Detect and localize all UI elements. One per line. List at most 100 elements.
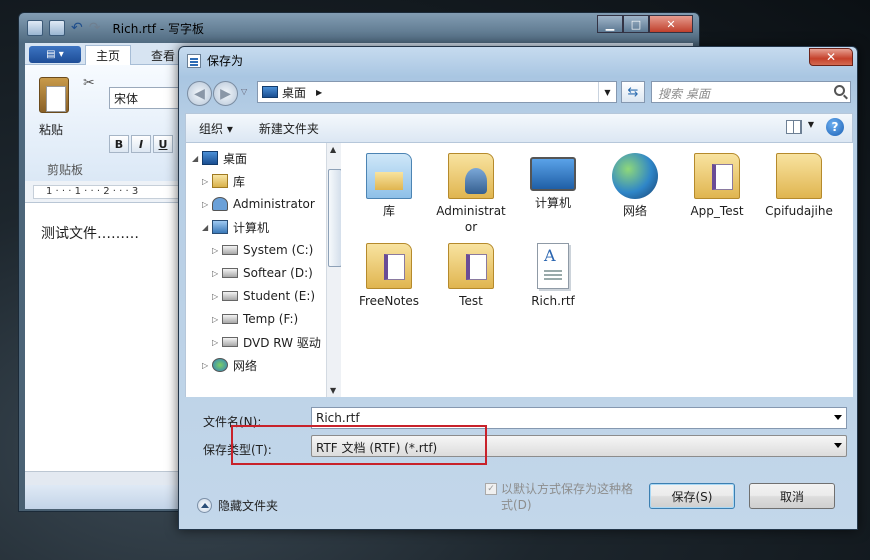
maximize-button[interactable]: □ bbox=[623, 15, 649, 33]
app-menu-button[interactable]: ▤ ▾ bbox=[29, 46, 81, 63]
file-item-label: App_Test bbox=[690, 204, 744, 218]
tree-item[interactable]: ▷ System (C:) bbox=[186, 239, 326, 261]
default-format-checkbox[interactable]: ✓ bbox=[485, 483, 497, 495]
save-as-dialog: 保存为 ✕ ◀ ▶ ▽ 桌面 ▶ ▼ ⇆ 搜索 桌面 组织 ▾ 新建文件夹 ▼ … bbox=[178, 46, 858, 530]
filetype-dropdown-icon[interactable] bbox=[834, 443, 842, 448]
quick-save-icon[interactable] bbox=[49, 20, 65, 36]
file-item[interactable]: 库 bbox=[349, 153, 429, 219]
bold-button[interactable]: B bbox=[109, 135, 129, 153]
vs-folder-icon bbox=[694, 153, 740, 199]
tree-item[interactable]: ▷ 网络 bbox=[186, 354, 326, 376]
breadcrumb-chevron-icon[interactable]: ▶ bbox=[316, 88, 322, 97]
scroll-up-icon[interactable]: ▲ bbox=[330, 145, 336, 154]
recent-locations-dropdown[interactable]: ▽ bbox=[241, 87, 247, 96]
cut-icon[interactable]: ✂ bbox=[83, 75, 95, 91]
dialog-app-icon bbox=[187, 53, 201, 68]
desktop-icon bbox=[262, 86, 278, 98]
expand-arrow-icon[interactable]: ▷ bbox=[212, 292, 222, 301]
italic-button[interactable]: I bbox=[131, 135, 151, 153]
user-icon bbox=[212, 197, 228, 211]
underline-button[interactable]: U bbox=[153, 135, 173, 153]
address-location[interactable]: 桌面 bbox=[282, 84, 306, 101]
tree-item-label: Administrator bbox=[233, 197, 315, 211]
file-item-label: Rich.rtf bbox=[531, 294, 575, 308]
expand-arrow-icon[interactable]: ▷ bbox=[202, 177, 212, 186]
cancel-button[interactable]: 取消 bbox=[749, 483, 835, 509]
undo-icon[interactable]: ↶ bbox=[71, 20, 83, 36]
file-item[interactable]: Test bbox=[431, 243, 511, 309]
library-icon bbox=[212, 174, 228, 188]
filename-value: Rich.rtf bbox=[316, 411, 360, 425]
save-button[interactable]: 保存(S) bbox=[649, 483, 735, 509]
help-icon[interactable]: ? bbox=[826, 118, 844, 136]
navigation-tree: ◢ 桌面 ▷ 库 ▷ Administrator ◢ 计算机 ▷ System (C:) ▷ Soft… bbox=[185, 143, 343, 397]
expand-arrow-icon[interactable]: ▷ bbox=[212, 338, 222, 347]
tree-item[interactable]: ▷ Temp (F:) bbox=[186, 308, 326, 330]
rtf-file-icon bbox=[537, 243, 569, 289]
file-item[interactable]: App_Test bbox=[677, 153, 757, 219]
file-item-label: Administrator bbox=[436, 204, 506, 234]
back-button[interactable]: ◀ bbox=[187, 81, 212, 106]
expand-arrow-icon[interactable]: ▷ bbox=[212, 246, 222, 255]
tree-item[interactable]: ▷ 库 bbox=[186, 170, 326, 192]
tree-item-label: DVD RW 驱动 bbox=[243, 335, 321, 350]
refresh-button[interactable]: ⇆ bbox=[621, 81, 645, 103]
wordpad-window-controls: ▁ □ ✕ bbox=[597, 15, 693, 33]
tree-item-label: Temp (F:) bbox=[243, 312, 299, 326]
filename-dropdown-icon[interactable] bbox=[834, 415, 842, 420]
tree-item[interactable]: ◢ 计算机 bbox=[186, 216, 326, 238]
file-item-label: Cpifudajihe bbox=[765, 204, 833, 218]
redo-icon[interactable]: ↷ bbox=[89, 20, 101, 36]
expand-arrow-icon[interactable]: ▷ bbox=[202, 200, 212, 209]
tree-item[interactable]: ▷ DVD RW 驱动 bbox=[186, 331, 326, 353]
file-item[interactable]: Rich.rtf bbox=[513, 243, 593, 309]
tree-item-label: 网络 bbox=[233, 358, 258, 373]
tree-item[interactable]: ▷ Student (E:) bbox=[186, 285, 326, 307]
tree-item-label: 计算机 bbox=[233, 220, 270, 235]
tree-item-label: 库 bbox=[233, 174, 246, 189]
tree-item[interactable]: ◢ 桌面 bbox=[186, 147, 326, 169]
file-item-label: 网络 bbox=[622, 204, 647, 218]
scroll-thumb[interactable] bbox=[328, 169, 342, 267]
dialog-close-button[interactable]: ✕ bbox=[809, 48, 853, 66]
address-dropdown[interactable]: ▼ bbox=[598, 82, 616, 102]
dvd-drive-icon bbox=[222, 337, 238, 347]
user-folder-icon bbox=[448, 153, 494, 199]
paste-icon[interactable] bbox=[39, 77, 69, 113]
organize-button[interactable]: 组织 ▾ bbox=[186, 114, 246, 142]
file-item[interactable]: 计算机 bbox=[513, 153, 593, 211]
computer-icon bbox=[530, 157, 576, 191]
expand-arrow-icon[interactable]: ◢ bbox=[202, 223, 212, 232]
file-item-label: 计算机 bbox=[534, 196, 571, 210]
minimize-button[interactable]: ▁ bbox=[597, 15, 623, 33]
file-item[interactable]: FreeNotes bbox=[349, 243, 429, 309]
file-item[interactable]: Cpifudajihe bbox=[759, 153, 839, 219]
view-icon[interactable] bbox=[786, 120, 802, 134]
file-item[interactable]: Administrator bbox=[431, 153, 511, 235]
scroll-down-icon[interactable]: ▼ bbox=[330, 386, 336, 395]
search-icon[interactable] bbox=[834, 85, 845, 96]
tab-home[interactable]: 主页 bbox=[85, 45, 132, 65]
navigation-bar: ◀ ▶ ▽ 桌面 ▶ ▼ ⇆ 搜索 桌面 bbox=[185, 79, 853, 107]
address-bar[interactable]: 桌面 ▶ ▼ bbox=[257, 81, 617, 103]
expand-arrow-icon[interactable]: ▷ bbox=[202, 361, 212, 370]
new-folder-button[interactable]: 新建文件夹 bbox=[246, 114, 332, 142]
hide-folders-label: 隐藏文件夹 bbox=[218, 499, 279, 513]
expand-arrow-icon[interactable]: ▷ bbox=[212, 315, 222, 324]
ruler-scale: 1 · · · 1 · · · 2 · · · 3 bbox=[33, 185, 183, 199]
tree-item[interactable]: ▷ Administrator bbox=[186, 193, 326, 215]
forward-button[interactable]: ▶ bbox=[213, 81, 238, 106]
document-text: 测试文件……… bbox=[41, 226, 139, 242]
file-item[interactable]: 网络 bbox=[595, 153, 675, 219]
wordpad-title: Rich.rtf - 写字板 bbox=[112, 21, 204, 36]
search-input[interactable]: 搜索 桌面 bbox=[651, 81, 851, 103]
expand-arrow-icon[interactable]: ▷ bbox=[212, 269, 222, 278]
font-name-field[interactable]: 宋体 bbox=[109, 87, 185, 109]
close-button[interactable]: ✕ bbox=[649, 15, 693, 33]
expand-arrow-icon[interactable]: ◢ bbox=[192, 154, 202, 163]
tree-item[interactable]: ▷ Softear (D:) bbox=[186, 262, 326, 284]
search-placeholder: 搜索 桌面 bbox=[658, 87, 710, 101]
hide-folders-toggle[interactable]: 隐藏文件夹 bbox=[197, 497, 278, 514]
view-dropdown-icon[interactable]: ▼ bbox=[808, 120, 814, 129]
desktop-icon bbox=[202, 151, 218, 165]
